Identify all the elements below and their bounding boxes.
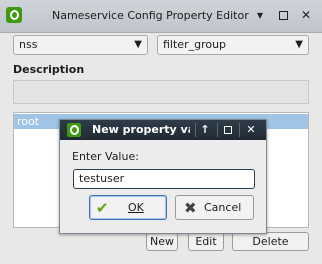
ok-label: OK	[128, 201, 144, 214]
delete-button[interactable]: Delete	[232, 232, 309, 251]
edit-button[interactable]: Edit	[188, 232, 224, 251]
description-heading: Description	[13, 63, 85, 76]
titlebar-divider	[239, 123, 240, 137]
arrow-up-icon[interactable]: ↑	[197, 122, 213, 138]
app-logo-icon	[6, 7, 22, 23]
window-titlebar[interactable]: Nameservice Config Property Editor ▾ ✕	[0, 0, 322, 33]
dialog-title: New property val	[92, 123, 190, 136]
titlebar-divider	[217, 123, 218, 137]
app-logo-icon	[67, 123, 81, 137]
chevron-down-icon: ▼	[134, 39, 142, 50]
value-input[interactable]: testuser	[73, 169, 255, 189]
minimize-icon[interactable]: ▾	[252, 7, 268, 23]
checkmark-icon: ✔	[96, 199, 109, 217]
description-field	[13, 80, 309, 104]
titlebar-divider	[195, 123, 196, 137]
nameservice-select-value: nss	[19, 38, 38, 51]
dialog-titlebar[interactable]: New property val ↑ ✕	[60, 120, 266, 140]
cancel-label: Cancel	[204, 201, 242, 214]
maximize-icon[interactable]	[275, 7, 291, 23]
close-icon[interactable]: ✕	[243, 122, 259, 138]
window-title: Nameservice Config Property Editor	[52, 9, 249, 22]
enter-value-label: Enter Value:	[72, 150, 139, 163]
cancel-button[interactable]: ✖ Cancel	[175, 195, 254, 220]
ok-button[interactable]: ✔ OK	[89, 195, 167, 220]
chevron-down-icon: ▼	[295, 39, 303, 50]
property-select-value: filter_group	[163, 38, 227, 51]
new-button[interactable]: New	[146, 232, 178, 251]
new-property-dialog: New property val ↑ ✕ Enter Value: testus…	[59, 119, 267, 234]
nameservice-select[interactable]: nss ▼	[13, 35, 148, 55]
cross-icon: ✖	[184, 199, 197, 217]
property-select[interactable]: filter_group ▼	[157, 35, 309, 55]
close-icon[interactable]: ✕	[298, 7, 314, 23]
maximize-icon[interactable]	[220, 122, 236, 138]
